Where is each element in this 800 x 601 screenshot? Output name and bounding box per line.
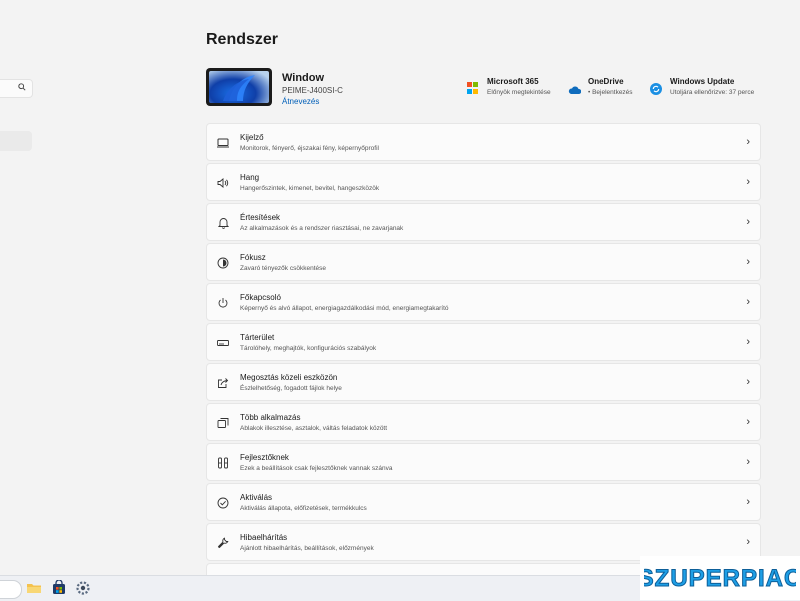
settings-item-display[interactable]: Kijelző Monitorok, fényerő, éjszakai fén…	[206, 123, 761, 161]
service-name: Microsoft 365	[487, 77, 539, 86]
settings-item-title: Fejlesztőknek	[240, 453, 289, 462]
settings-item-description: Monitorok, fényerő, éjszakai fény, képer…	[240, 145, 379, 152]
chevron-right-icon: ›	[746, 536, 750, 548]
microsoft-icon	[467, 82, 479, 94]
rename-link[interactable]: Átnevezés	[282, 97, 319, 106]
chevron-right-icon: ›	[746, 336, 750, 348]
settings-item-activation[interactable]: Aktiválás Aktiválás állapota, előfizetés…	[206, 483, 761, 521]
settings-item-for-developers[interactable]: Fejlesztőknek Ezek a beállítások csak fe…	[206, 443, 761, 481]
settings-item-description: Ablakok illesztése, asztalok, váltás fel…	[240, 425, 388, 432]
settings-item-title: Hibaelhárítás	[240, 533, 288, 542]
settings-item-title: Főkapcsoló	[240, 293, 281, 302]
search-icon	[18, 83, 26, 93]
settings-item-description: Hangerőszintek, kimenet, bevitel, hanges…	[240, 185, 380, 192]
chevron-right-icon: ›	[746, 216, 750, 228]
file-explorer-icon[interactable]	[26, 580, 42, 596]
settings-item-description: Aktiválás állapota, előfizetések, termék…	[240, 505, 367, 512]
sidebar-search-input[interactable]	[0, 79, 33, 98]
settings-item-description: Észlelhetőség, fogadott fájlok helye	[240, 385, 342, 392]
chevron-right-icon: ›	[746, 416, 750, 428]
multitasking-icon	[216, 416, 230, 430]
settings-item-title: Több alkalmazás	[240, 413, 301, 422]
settings-item-description: Az alkalmazások és a rendszer riasztásai…	[240, 225, 404, 232]
speaker-icon	[216, 176, 230, 190]
service-status: Előnyök megtekintése	[487, 89, 551, 96]
settings-item-focus[interactable]: Fókusz Zavaró tényezők csökkentése ›	[206, 243, 761, 281]
chevron-right-icon: ›	[746, 256, 750, 268]
page-title: Rendszer	[206, 31, 279, 48]
settings-item-description: Tárolóhely, meghajtók, konfigurációs sza…	[240, 345, 377, 352]
settings-item-title: Hang	[240, 173, 260, 182]
windows-update-icon	[650, 82, 662, 95]
watermark-logo: SZUPERPIAC	[640, 556, 800, 600]
windows-wallpaper-image	[209, 71, 269, 103]
chevron-right-icon: ›	[746, 296, 750, 308]
chevron-right-icon: ›	[746, 176, 750, 188]
chevron-right-icon: ›	[746, 376, 750, 388]
svg-text:SZUPERPIAC: SZUPERPIAC	[644, 565, 796, 592]
settings-item-description: Képernyő és alvó állapot, energiagazdálk…	[240, 305, 449, 312]
settings-gear-icon[interactable]	[75, 580, 91, 596]
onedrive-cloud-icon	[568, 82, 582, 94]
display-icon	[216, 136, 230, 150]
settings-item-nearby-sharing[interactable]: Megosztás közeli eszközön Észlelhetőség,…	[206, 363, 761, 401]
sidebar-item-selected[interactable]	[0, 131, 32, 151]
wrench-icon	[216, 536, 230, 550]
settings-item-storage[interactable]: Tárterület Tárolóhely, meghajtók, konfig…	[206, 323, 761, 361]
settings-item-title: Kijelző	[240, 133, 264, 142]
checkmark-circle-icon	[216, 496, 230, 510]
device-thumbnail	[206, 68, 272, 106]
settings-item-power[interactable]: Főkapcsoló Képernyő és alvó állapot, ene…	[206, 283, 761, 321]
settings-item-title: Értesítések	[240, 213, 281, 222]
chevron-right-icon: ›	[746, 456, 750, 468]
microsoft-store-icon[interactable]	[51, 579, 67, 596]
device-name: Window	[282, 72, 325, 84]
storage-icon	[216, 336, 230, 350]
chevron-right-icon: ›	[746, 496, 750, 508]
taskbar-search-box[interactable]	[0, 580, 22, 599]
service-name: OneDrive	[588, 77, 624, 86]
service-status: Utoljára ellenőrizve: 37 perce	[670, 89, 755, 96]
service-status: • Bejelentkezés	[588, 89, 633, 96]
power-icon	[216, 296, 230, 310]
share-icon	[216, 376, 230, 390]
bell-icon	[216, 216, 230, 230]
settings-item-title: Fókusz	[240, 253, 266, 262]
settings-item-title: Megosztás közeli eszközön	[240, 373, 338, 382]
settings-item-multitasking[interactable]: Több alkalmazás Ablakok illesztése, aszt…	[206, 403, 761, 441]
chevron-right-icon: ›	[746, 136, 750, 148]
settings-item-description: Ezek a beállítások csak fejlesztőknek va…	[240, 465, 393, 472]
settings-item-sound[interactable]: Hang Hangerőszintek, kimenet, bevitel, h…	[206, 163, 761, 201]
settings-item-title: Aktiválás	[240, 493, 273, 502]
device-model: PEIME-J400SI-C	[282, 86, 343, 95]
service-name: Windows Update	[670, 77, 735, 86]
settings-item-title: Tárterület	[240, 333, 275, 342]
settings-item-notifications[interactable]: Értesítések Az alkalmazások és a rendsze…	[206, 203, 761, 241]
focus-icon	[216, 256, 230, 270]
settings-item-description: Zavaró tényezők csökkentése	[240, 265, 326, 272]
developer-tools-icon	[216, 456, 230, 470]
settings-item-description: Ajánlott hibaelhárítás, beállítások, elő…	[240, 545, 374, 552]
